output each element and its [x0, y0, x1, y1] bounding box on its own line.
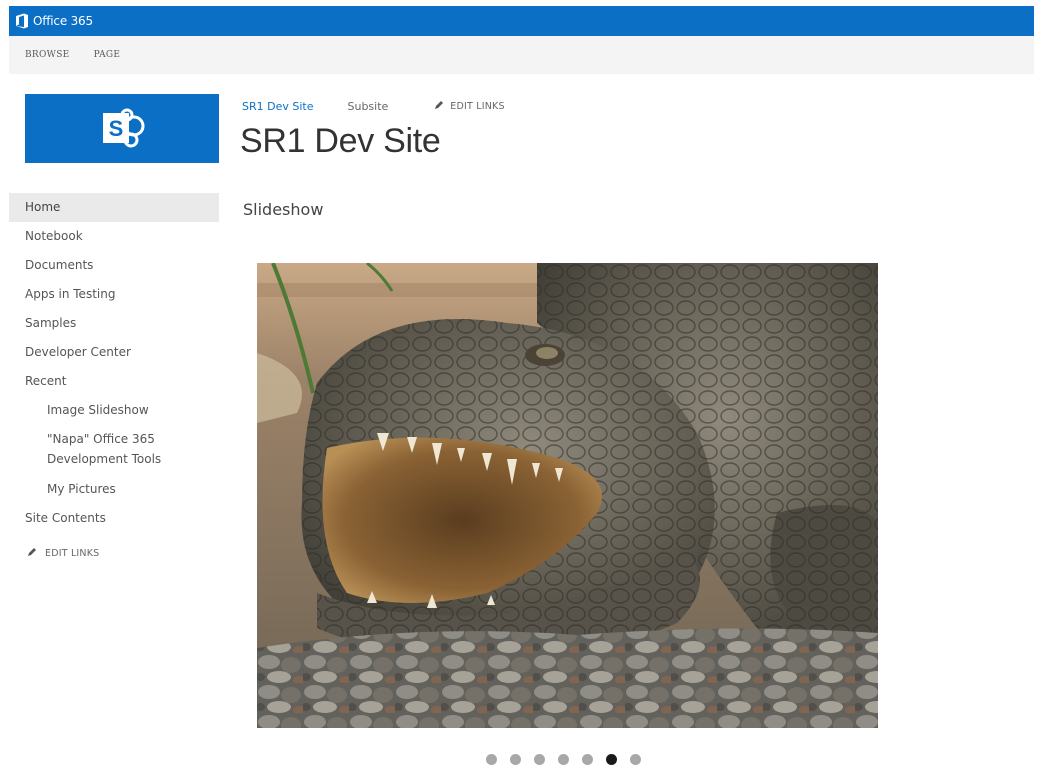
- slideshow-heading: Slideshow: [243, 200, 324, 219]
- suite-brand-label: Office 365: [33, 14, 93, 28]
- pencil-icon: [27, 547, 37, 560]
- slide-dot-2[interactable]: [510, 754, 521, 765]
- top-nav: SR1 Dev Site Subsite EDIT LINKS: [242, 100, 505, 113]
- nav-item-recent[interactable]: Recent: [9, 367, 219, 396]
- nav-item-site-contents[interactable]: Site Contents: [9, 504, 219, 533]
- quick-launch: Home Notebook Documents Apps in Testing …: [9, 193, 219, 560]
- nav-item-image-slideshow[interactable]: Image Slideshow: [9, 396, 219, 425]
- sharepoint-site-logo[interactable]: S: [25, 94, 219, 163]
- nav-item-my-pictures[interactable]: My Pictures: [9, 475, 219, 504]
- edit-links-label: EDIT LINKS: [45, 548, 100, 559]
- nav-item-napa-tools[interactable]: "Napa" Office 365 Development Tools: [9, 425, 219, 475]
- top-nav-subsite-link[interactable]: Subsite: [347, 100, 388, 113]
- nav-item-home[interactable]: Home: [9, 193, 219, 222]
- slide-dot-4[interactable]: [558, 754, 569, 765]
- crocodile-photo: [257, 263, 878, 728]
- top-nav-site-link[interactable]: SR1 Dev Site: [242, 100, 313, 113]
- page-title: SR1 Dev Site: [240, 122, 441, 160]
- pencil-icon: [434, 100, 444, 113]
- edit-links-nav-button[interactable]: EDIT LINKS: [9, 547, 219, 560]
- slide-dot-3[interactable]: [534, 754, 545, 765]
- slideshow-pager: [486, 754, 641, 765]
- office-icon: [15, 13, 29, 29]
- slide-dot-5[interactable]: [582, 754, 593, 765]
- nav-item-developer-center[interactable]: Developer Center: [9, 338, 219, 367]
- tab-page[interactable]: PAGE: [94, 50, 121, 60]
- office365-logo-link[interactable]: Office 365: [15, 13, 93, 29]
- svg-text:S: S: [109, 116, 124, 141]
- ribbon: BROWSE PAGE: [9, 36, 1034, 74]
- edit-links-label: EDIT LINKS: [450, 101, 505, 112]
- edit-links-top-button[interactable]: EDIT LINKS: [434, 100, 505, 113]
- nav-item-notebook[interactable]: Notebook: [9, 222, 219, 251]
- nav-item-documents[interactable]: Documents: [9, 251, 219, 280]
- slide-dot-6[interactable]: [606, 754, 617, 765]
- slide-dot-1[interactable]: [486, 754, 497, 765]
- slideshow-image[interactable]: [257, 263, 878, 728]
- slide-dot-7[interactable]: [630, 754, 641, 765]
- nav-item-samples[interactable]: Samples: [9, 309, 219, 338]
- tab-browse[interactable]: BROWSE: [25, 50, 70, 60]
- suite-bar: Office 365: [9, 6, 1034, 36]
- sharepoint-icon: S: [103, 108, 145, 147]
- nav-item-apps-in-testing[interactable]: Apps in Testing: [9, 280, 219, 309]
